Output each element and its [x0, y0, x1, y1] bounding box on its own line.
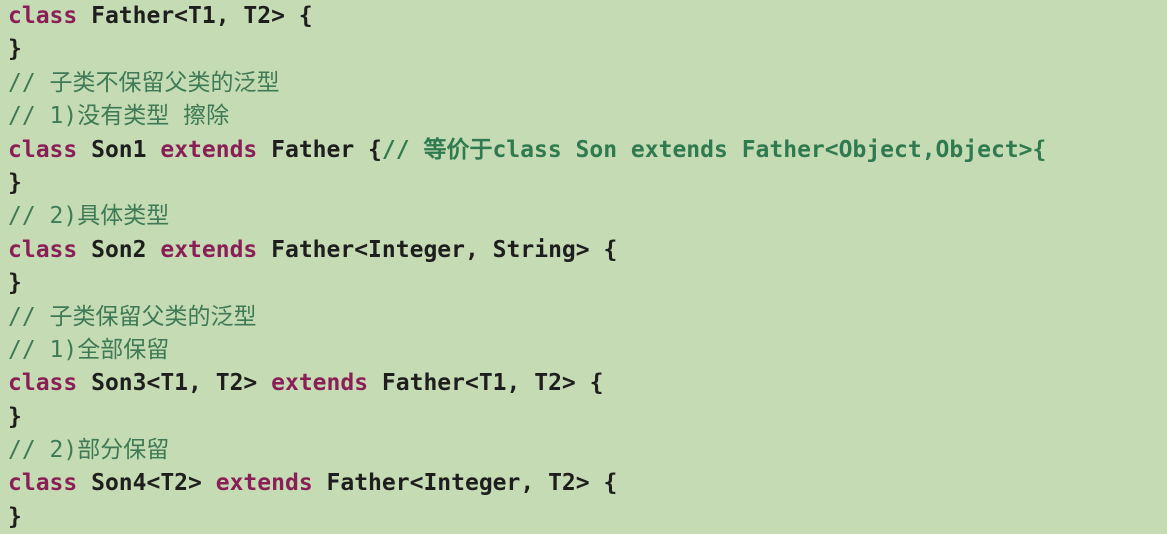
code-comment: // 子类保留父类的泛型: [8, 303, 257, 330]
keyword-class: class: [8, 470, 78, 497]
code-line-3: // 子类不保留父类的泛型: [8, 67, 1167, 100]
code-line-12: class Son3<T1, T2> extends Father<T1, T2…: [8, 367, 1167, 400]
code-text: Father<T1, T2> {: [368, 370, 604, 397]
code-editor: class Father<T1, T2> { } // 子类不保留父类的泛型 /…: [0, 0, 1167, 533]
keyword-class: class: [8, 236, 78, 263]
closing-brace: }: [8, 169, 22, 196]
code-text: Father<Integer, T2> {: [312, 470, 618, 497]
code-comment: // 子类不保留父类的泛型: [8, 69, 280, 96]
keyword-class: class: [8, 3, 78, 29]
keyword-extends: extends: [215, 470, 313, 497]
code-comment: // 2)部分保留: [8, 437, 170, 464]
code-text: Son4<T2>: [77, 470, 216, 497]
code-line-4: // 1)没有类型 擦除: [8, 100, 1167, 133]
code-comment: // 等价于class Son extends Father<Object,Ob…: [381, 136, 1047, 163]
keyword-class: class: [8, 370, 78, 397]
code-line-6: }: [8, 167, 1167, 200]
code-line-13: }: [8, 401, 1167, 434]
keyword-extends: extends: [160, 236, 258, 263]
code-line-15: class Son4<T2> extends Father<Integer, T…: [8, 467, 1167, 500]
code-text: Father<Integer, String> {: [257, 236, 618, 263]
code-line-5: class Son1 extends Father {// 等价于class S…: [8, 134, 1167, 167]
code-text: Father<T1, T2> {: [77, 3, 313, 29]
keyword-class: class: [8, 136, 78, 163]
code-text: Son2: [77, 236, 161, 263]
code-line-14: // 2)部分保留: [8, 434, 1167, 467]
keyword-extends: extends: [160, 136, 258, 163]
code-line-2: }: [8, 33, 1167, 66]
closing-brace: }: [8, 270, 22, 297]
closing-brace: }: [8, 503, 22, 530]
code-text: Son3<T1, T2>: [77, 370, 272, 397]
keyword-extends: extends: [271, 370, 369, 397]
code-line-11: // 1)全部保留: [8, 334, 1167, 367]
code-comment: // 1)全部保留: [8, 336, 170, 363]
code-text: Father {: [257, 136, 382, 163]
closing-brace: }: [8, 403, 22, 430]
code-line-9: }: [8, 267, 1167, 300]
code-comment: // 1)没有类型 擦除: [8, 103, 230, 130]
code-line-7: // 2)具体类型: [8, 200, 1167, 233]
code-line-8: class Son2 extends Father<Integer, Strin…: [8, 234, 1167, 267]
code-line-10: // 子类保留父类的泛型: [8, 301, 1167, 334]
code-comment: // 2)具体类型: [8, 203, 170, 230]
code-line-16: }: [8, 501, 1167, 534]
code-line-1: class Father<T1, T2> {: [8, 0, 1167, 33]
code-text: Son1: [77, 136, 161, 163]
closing-brace: }: [8, 36, 22, 63]
